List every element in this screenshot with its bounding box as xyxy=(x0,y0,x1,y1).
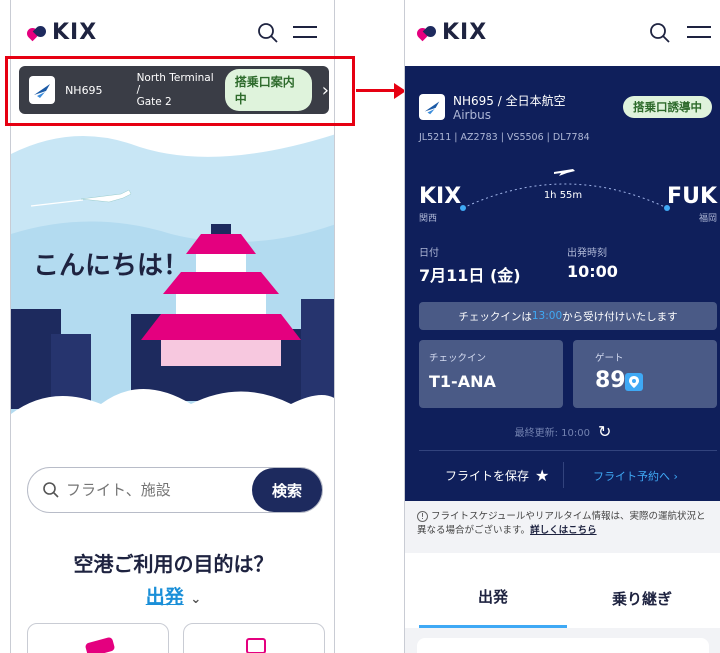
checkin-notice: チェックインは 13:00 から受け付けいたします xyxy=(419,302,717,330)
logo-text: KIX xyxy=(52,20,98,45)
search-input[interactable] xyxy=(66,481,236,499)
gate-value: 89 xyxy=(595,368,626,393)
divider xyxy=(563,462,564,488)
date-label: 日付 xyxy=(419,248,439,259)
banner-location: North Terminal / Gate 2 xyxy=(137,72,215,108)
aircraft-type: Airbus xyxy=(453,108,491,122)
checkin-counter-box: チェックイン T1-ANA xyxy=(419,340,563,408)
flight-status-banner[interactable]: NH695 North Terminal / Gate 2 搭乗口案内中 › xyxy=(19,66,329,114)
flight-detail-card: NH695 / 全日本航空 Airbus 搭乗口誘導中 JL5211 | AZ2… xyxy=(405,66,720,501)
save-flight-label: フライトを保存 xyxy=(445,469,530,483)
hero-greeting: こんにちは！ xyxy=(33,251,190,281)
banner-status-badge: 搭乗口案内中 xyxy=(224,69,312,111)
divider xyxy=(419,450,717,451)
purpose-card-departure[interactable] xyxy=(27,623,169,653)
top-bar: KIX xyxy=(11,0,334,64)
tab-departure[interactable]: 出発 xyxy=(419,568,567,628)
top-bar: KIX xyxy=(405,0,720,66)
left-phone-screen: KIX NH695 North Terminal / Gate 2 搭乗口案内中… xyxy=(10,0,335,653)
info-icon: ! xyxy=(417,511,428,522)
purpose-selected-value: 出発 xyxy=(145,586,184,608)
shopping-icon xyxy=(246,638,266,653)
last-updated: 最終更新: 10:00 ↻ xyxy=(405,422,720,441)
disclaimer-link[interactable]: 詳しくはこちら xyxy=(530,525,597,536)
banner-terminal: North Terminal / xyxy=(136,72,214,96)
disclaimer: ! フライトスケジュールやリアルタイム情報は、実際の運航状況と異なる場合がございま… xyxy=(417,510,713,538)
book-flight-link[interactable]: フライト予約へ › xyxy=(593,468,678,484)
save-flight-button[interactable]: フライトを保存 ★ xyxy=(445,466,549,485)
gate-box: ゲート 89 xyxy=(573,340,717,408)
destination-name: 福岡 xyxy=(698,214,717,224)
search-bar[interactable]: 検索 xyxy=(27,467,323,513)
search-button[interactable]: 検索 xyxy=(252,468,322,512)
refresh-icon[interactable]: ↻ xyxy=(598,422,611,441)
search-icon[interactable] xyxy=(257,22,279,44)
chevron-down-icon: ⌄ xyxy=(190,592,202,607)
origin-name: 関西 xyxy=(419,214,438,224)
content-card xyxy=(417,638,709,653)
chevron-right-icon[interactable]: › xyxy=(322,80,329,101)
checkin-notice-time: 13:00 xyxy=(531,310,563,322)
tab-transfer[interactable]: 乗り継ぎ xyxy=(567,568,717,628)
menu-icon[interactable] xyxy=(687,26,711,40)
gate-label: ゲート xyxy=(595,353,624,364)
codeshare-list: JL5211 | AZ2783 | VS5506 | DL7784 xyxy=(419,132,590,143)
airplane-icon xyxy=(553,162,575,176)
origin-code: KIX xyxy=(419,184,462,209)
purpose-title: 空港ご利用の目的は？ xyxy=(73,552,274,576)
checkin-label: チェックイン xyxy=(429,353,487,364)
airline-logo-icon xyxy=(29,76,56,104)
kix-logo-mark xyxy=(414,23,439,42)
search-icon[interactable] xyxy=(649,22,671,44)
purpose-card-shopping[interactable] xyxy=(183,623,325,653)
departure-time-label: 出発時刻 xyxy=(567,248,607,259)
departure-time-value: 10:00 xyxy=(567,262,618,281)
airplane-icon xyxy=(84,636,116,653)
checkin-value: T1-ANA xyxy=(429,372,496,391)
content-area xyxy=(405,628,720,653)
right-phone-screen: KIX NH695 / 全日本航空 Airbus 搭乗口誘導中 JL5211 |… xyxy=(404,0,720,653)
checkin-notice-prefix: チェックインは xyxy=(458,310,532,323)
checkin-notice-suffix: から受け付けいたします xyxy=(562,310,678,323)
star-icon: ★ xyxy=(535,466,550,485)
arrow-line xyxy=(356,89,398,92)
kix-logo-mark xyxy=(24,23,49,42)
destination-code: FUK xyxy=(667,184,717,209)
airline-logo-icon xyxy=(419,94,445,120)
map-pin-icon[interactable] xyxy=(625,373,643,391)
banner-gate: Gate 2 xyxy=(136,96,172,108)
flight-status-badge: 搭乗口誘導中 xyxy=(623,96,712,118)
flight-title: NH695 / 全日本航空 xyxy=(453,94,566,108)
kix-logo[interactable]: KIX xyxy=(24,20,98,45)
date-value: 7月11日 (金) xyxy=(419,266,521,285)
last-updated-text: 最終更新: 10:00 xyxy=(514,428,590,439)
hero-illustration xyxy=(11,114,334,454)
banner-flight-number: NH695 xyxy=(65,83,103,97)
kix-logo[interactable]: KIX xyxy=(414,20,488,45)
menu-icon[interactable] xyxy=(293,26,317,40)
search-icon xyxy=(42,481,60,499)
logo-text: KIX xyxy=(442,20,488,45)
disclaimer-area: ! フライトスケジュールやリアルタイム情報は、実際の運航状況と異なる場合がございま… xyxy=(405,501,720,553)
purpose-selector[interactable]: 出発 ⌄ xyxy=(11,582,334,609)
